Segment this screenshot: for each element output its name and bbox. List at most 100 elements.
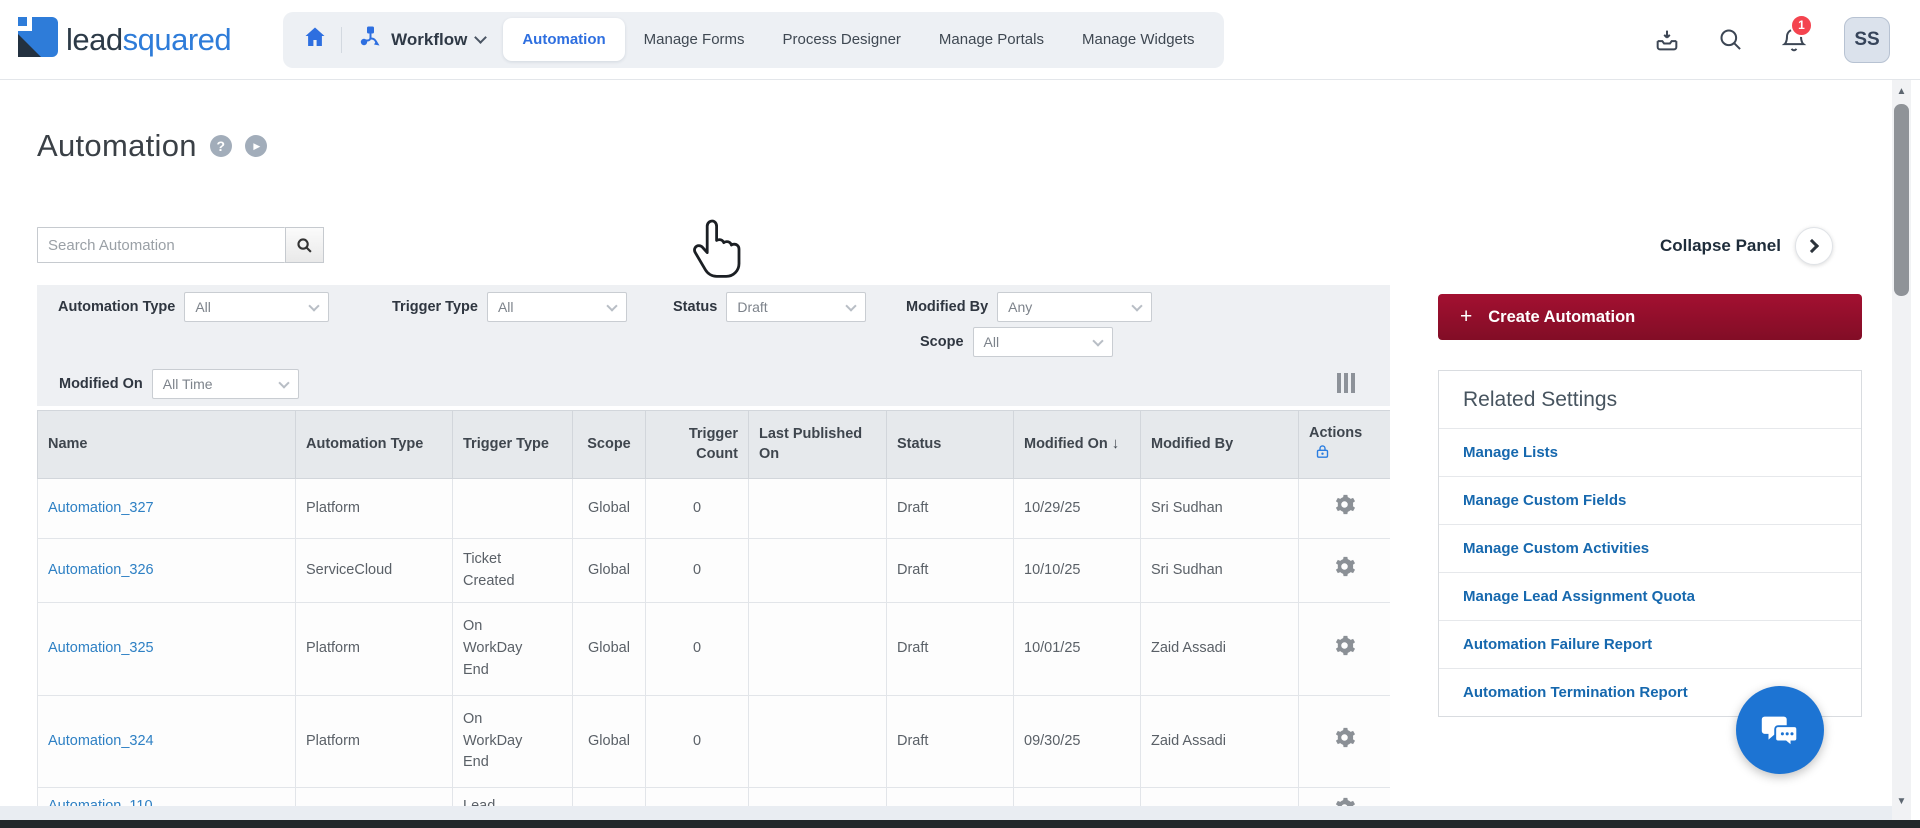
col-header-trigger-count[interactable]: Trigger Count <box>645 410 749 479</box>
actions-cell <box>1298 538 1390 603</box>
modified-on-cell: 09/30/25 <box>1013 695 1141 788</box>
filter-panel: Automation Type All Trigger Type All Sta… <box>37 285 1390 406</box>
trigger-type-select[interactable]: All <box>486 292 627 322</box>
bottom-dark-band <box>0 820 1920 828</box>
inbox-button[interactable] <box>1653 26 1681 54</box>
workflow-menu[interactable]: Workflow <box>342 25 503 54</box>
column-settings-icon[interactable] <box>1337 373 1355 393</box>
leadsquared-logo[interactable]: leadsquared <box>18 17 232 62</box>
chevron-down-icon <box>1131 299 1143 312</box>
status-select[interactable]: Draft <box>726 292 867 322</box>
filter-label: Modified By <box>906 299 989 315</box>
gear-icon <box>1335 495 1356 515</box>
scope-select[interactable]: All <box>972 327 1113 357</box>
scroll-down-icon[interactable]: ▼ <box>1892 792 1911 810</box>
col-header-modified-by[interactable]: Modified By <box>1140 410 1299 479</box>
row-actions-button[interactable] <box>1333 634 1356 660</box>
related-settings-link[interactable]: Manage Lead Assignment Quota <box>1439 572 1861 620</box>
scope-cell: Global <box>572 695 646 788</box>
trigger-count-cell: 0 <box>645 478 749 539</box>
search-input[interactable] <box>37 227 285 263</box>
automation-type-select[interactable]: All <box>184 292 330 322</box>
bottom-light-band <box>0 806 1892 820</box>
automation-name-link[interactable]: Automation_327 <box>48 500 154 516</box>
related-settings-link[interactable]: Manage Lists <box>1439 428 1861 476</box>
user-avatar[interactable]: SS <box>1844 16 1890 63</box>
automation-table-wrap: Name Automation Type Trigger Type Scope … <box>37 410 1390 810</box>
scroll-up-icon[interactable]: ▲ <box>1892 82 1911 100</box>
search-submit-button[interactable] <box>285 227 324 263</box>
row-actions-button[interactable] <box>1333 493 1356 519</box>
scope-cell: Global <box>572 602 646 696</box>
status-cell: Draft <box>886 538 1014 603</box>
col-header-scope[interactable]: Scope <box>572 410 646 479</box>
automation-name-link[interactable]: Automation_325 <box>48 640 154 656</box>
related-settings-title: Related Settings <box>1463 388 1618 411</box>
nav-tab-manage-widgets[interactable]: Manage Widgets <box>1063 19 1214 60</box>
row-actions-button[interactable] <box>1333 555 1356 581</box>
chevron-down-icon <box>845 299 857 312</box>
col-header-actions: Actions <box>1298 410 1390 479</box>
last-published-cell <box>748 478 887 539</box>
modified-by-select[interactable]: Any <box>997 292 1153 322</box>
row-actions-button[interactable] <box>1333 726 1356 752</box>
col-header-name[interactable]: Name <box>37 410 296 479</box>
actions-cell <box>1298 695 1390 788</box>
home-button[interactable] <box>297 25 341 54</box>
nav-tab-manage-portals[interactable]: Manage Portals <box>920 19 1063 60</box>
vertical-scrollbar[interactable]: ▲ ▼ <box>1892 80 1911 828</box>
play-video-icon[interactable]: ▶ <box>244 135 267 157</box>
status-cell: Draft <box>886 602 1014 696</box>
home-icon <box>303 25 327 54</box>
automation-name-link[interactable]: Automation_324 <box>48 733 154 749</box>
actions-cell <box>1298 478 1390 539</box>
collapse-panel-button[interactable] <box>1794 227 1833 265</box>
workflow-icon <box>358 25 382 54</box>
status-cell: Draft <box>886 695 1014 788</box>
gear-icon <box>1335 557 1356 577</box>
filter-status: Status Draft <box>673 292 867 322</box>
related-settings-link[interactable]: Manage Custom Activities <box>1439 524 1861 572</box>
notifications-button[interactable]: 1 <box>1780 13 1813 54</box>
trigger-count-cell: 0 <box>645 538 749 603</box>
col-header-trigger-type[interactable]: Trigger Type <box>452 410 573 479</box>
last-published-cell <box>748 695 887 788</box>
automation-type-cell: ServiceCloud <box>295 538 453 603</box>
sort-desc-icon: ↓ <box>1111 435 1120 453</box>
related-settings-link[interactable]: Manage Custom Fields <box>1439 476 1861 524</box>
filter-modified-on: Modified On All Time <box>59 369 299 399</box>
search-icon <box>297 237 312 253</box>
search-icon <box>1720 29 1741 50</box>
filter-label: Trigger Type <box>392 299 478 315</box>
search-button-global[interactable] <box>1717 26 1744 53</box>
nav-tab-process-designer[interactable]: Process Designer <box>764 19 920 60</box>
trigger-count-cell: 0 <box>645 695 749 788</box>
nav-tab-manage-forms[interactable]: Manage Forms <box>625 19 764 60</box>
chevron-right-icon <box>1805 238 1820 254</box>
nav-strip: Workflow Automation Manage Forms Process D… <box>283 11 1224 68</box>
automation-table-body: Automation_327 Platform Global 0 Draft 1… <box>37 478 1390 810</box>
col-header-status[interactable]: Status <box>886 410 1014 479</box>
chevron-down-icon <box>308 299 321 312</box>
chat-widget-button[interactable] <box>1736 686 1824 774</box>
trigger-type-cell: Ticket Created <box>452 538 573 603</box>
filter-trigger-type: Trigger Type All <box>392 292 627 322</box>
page-title: Automation <box>37 128 197 163</box>
col-header-automation-type[interactable]: Automation Type <box>295 410 453 479</box>
nav-tab-automation[interactable]: Automation <box>503 18 625 61</box>
collapse-panel-control: Collapse Panel <box>1660 227 1833 265</box>
automation-type-cell: Platform <box>295 478 453 539</box>
actions-cell <box>1298 602 1390 696</box>
table-row: Automation_327 Platform Global 0 Draft 1… <box>37 478 1390 539</box>
create-automation-button[interactable]: + Create Automation <box>1438 294 1862 340</box>
col-header-modified-on[interactable]: Modified On ↓ <box>1013 410 1141 479</box>
scrollbar-thumb[interactable] <box>1894 104 1909 296</box>
modified-on-select[interactable]: All Time <box>151 369 299 399</box>
filter-automation-type: Automation Type All <box>58 292 330 322</box>
help-icon[interactable]: ? <box>209 135 232 157</box>
automation-name-link[interactable]: Automation_326 <box>48 562 154 578</box>
col-header-last-published-on[interactable]: Last Published On <box>748 410 887 479</box>
related-settings-link[interactable]: Automation Failure Report <box>1439 620 1861 668</box>
lock-icon <box>1315 444 1330 463</box>
scope-cell: Global <box>572 478 646 539</box>
